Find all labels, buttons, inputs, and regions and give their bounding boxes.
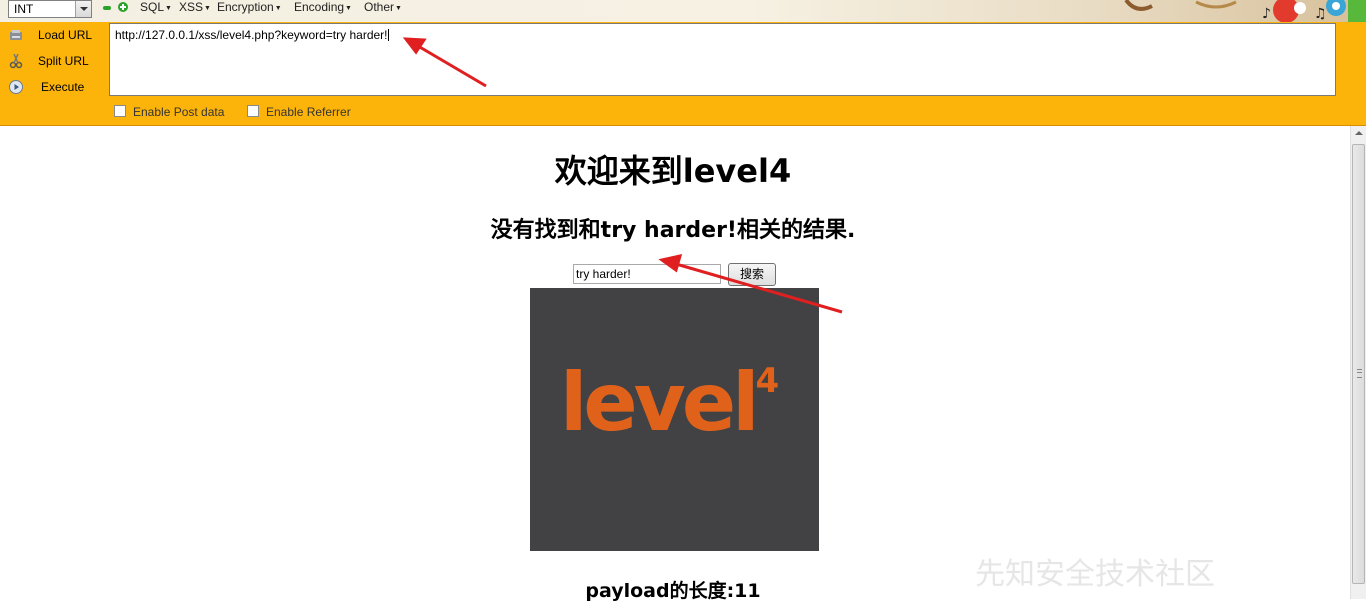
svg-text:♫: ♫: [1314, 6, 1327, 22]
sql-type-select[interactable]: INT: [8, 0, 92, 18]
checkbox-box[interactable]: [247, 105, 259, 117]
svg-text:♪: ♪: [1262, 6, 1271, 22]
execute-icon: [9, 80, 23, 94]
scissors-icon: [9, 53, 23, 69]
menu-encoding[interactable]: Encoding▼: [294, 0, 352, 16]
load-url-icon: [10, 30, 22, 40]
sql-type-value: INT: [14, 2, 34, 16]
watermark: 先知安全技术社区: [975, 557, 1215, 592]
url-value: http://127.0.0.1/xss/level4.php?keyword=…: [115, 28, 388, 42]
menu-sql[interactable]: SQL▼: [140, 0, 172, 16]
decorative-banner-icon: ♪ ♫: [1124, 0, 1366, 22]
menu-xss[interactable]: XSS▼: [179, 0, 211, 16]
level-image: level4: [530, 288, 819, 551]
hackbar-toolbar: ♪ ♫ INT SQL▼ XSS▼ Encryption▼ Encoding▼ …: [0, 0, 1366, 22]
chevron-down-icon[interactable]: [75, 1, 91, 17]
checkbox-box[interactable]: [114, 105, 126, 117]
text-cursor: [387, 29, 389, 41]
vertical-scrollbar[interactable]: [1350, 126, 1366, 599]
search-button[interactable]: 搜索: [728, 263, 776, 286]
search-input[interactable]: try harder!: [573, 264, 721, 284]
scrollbar-thumb[interactable]: [1352, 144, 1365, 584]
grip-icon: [1357, 369, 1362, 378]
level-logo-text: level4: [560, 356, 780, 449]
plus-icon[interactable]: [118, 2, 128, 12]
url-textarea[interactable]: http://127.0.0.1/xss/level4.php?keyword=…: [109, 23, 1336, 96]
page-title: 欢迎来到level4: [554, 152, 792, 190]
menu-encryption[interactable]: Encryption▼: [217, 0, 282, 16]
search-result-message: 没有找到和try harder!相关的结果.: [490, 218, 856, 243]
menu-other[interactable]: Other▼: [364, 0, 402, 16]
scroll-up-icon[interactable]: [1355, 131, 1363, 135]
minus-icon[interactable]: [103, 6, 111, 10]
page-content: 欢迎来到level4 没有找到和try harder!相关的结果. try ha…: [0, 126, 1350, 602]
